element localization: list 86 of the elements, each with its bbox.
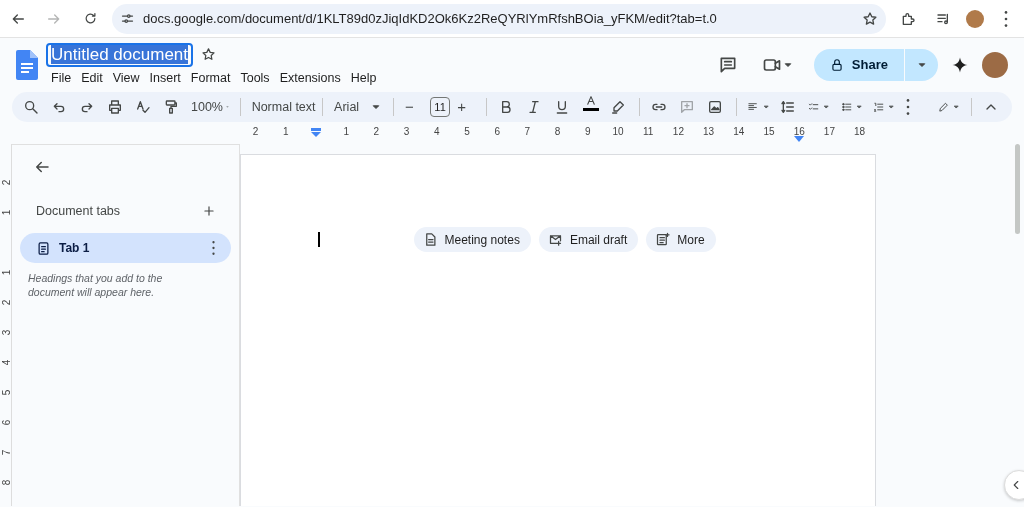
ruler-number: 17 <box>823 125 835 139</box>
increase-font-size-button[interactable]: + <box>454 95 479 119</box>
paint-roller-icon <box>163 99 179 115</box>
ruler-number: 14 <box>733 125 745 139</box>
document-page[interactable]: Meeting notes Email draft More <box>240 154 876 506</box>
envelope-icon <box>547 232 563 247</box>
spellcheck-icon <box>135 99 151 115</box>
ruler-number: 1 <box>0 268 13 278</box>
menu-item[interactable]: Extensions <box>274 68 346 88</box>
ruler-number: 5 <box>464 125 470 139</box>
menu-item[interactable]: View <box>107 68 145 88</box>
hint-text: Headings that you add to the document will appear here. <box>27 271 164 299</box>
sparkle-icon <box>951 56 969 74</box>
ruler-number: 16 <box>793 125 805 139</box>
ruler-number: 4 <box>0 358 13 368</box>
ruler-number: 9 <box>585 125 591 139</box>
docs-logo-icon[interactable] <box>16 50 38 80</box>
zoom-select[interactable]: 100% <box>188 95 232 119</box>
ruler-number: 2 <box>252 125 259 139</box>
note-plus-icon <box>655 232 671 247</box>
share-button[interactable]: Share <box>813 49 904 81</box>
star-outline-icon <box>862 10 878 27</box>
printer-icon <box>107 99 123 115</box>
decrease-font-size-button[interactable]: − <box>401 95 426 119</box>
lock-icon <box>829 58 844 72</box>
more-vert-icon <box>1004 10 1008 27</box>
ruler-number: 6 <box>0 418 13 428</box>
account-avatar[interactable] <box>982 52 1008 78</box>
sidebar-heading: Document tabs <box>36 202 121 220</box>
template-chip[interactable]: Email draft <box>538 227 639 252</box>
address-bar[interactable]: docs.google.com/document/d/1KLT89d0zJiqIdKD2Ok6Kz2ReQYRlYmRfshBOia_yFKM/edit?tab=t.0 <box>112 3 886 34</box>
ruler-number: 1 <box>283 125 289 139</box>
search-icon <box>23 99 39 115</box>
menu-item[interactable]: Insert <box>144 68 186 88</box>
more-vert-icon <box>212 241 215 255</box>
ruler-number: 7 <box>0 448 13 458</box>
ruler-number: 7 <box>524 125 531 139</box>
tab-label: Tab 1 <box>59 240 91 257</box>
image-icon <box>706 99 723 115</box>
site-settings-icon <box>120 11 135 26</box>
menu-item[interactable]: Format <box>185 68 236 88</box>
template-chip[interactable]: More <box>646 227 716 252</box>
text-cursor <box>318 232 320 247</box>
document-icon <box>36 240 51 256</box>
ruler-number: 2 <box>0 178 13 188</box>
document-title-field[interactable]: Untitled document <box>46 42 194 67</box>
ruler-number: 8 <box>554 125 561 139</box>
puzzle-icon <box>900 10 916 27</box>
style-select[interactable]: Normal text <box>248 95 315 119</box>
ruler-number: 5 <box>0 388 13 398</box>
menu-item[interactable]: Tools <box>235 68 275 88</box>
plus-icon <box>202 204 216 218</box>
more-vert-icon <box>905 99 910 115</box>
profile-avatar[interactable] <box>966 9 984 28</box>
left-indent-marker-icon[interactable] <box>311 128 321 137</box>
bookmark-star-icon[interactable] <box>862 10 878 27</box>
document-tab[interactable]: Tab 1 <box>20 233 231 263</box>
scrollbar-thumb[interactable] <box>1015 144 1020 234</box>
menu-item[interactable]: File <box>46 68 77 88</box>
ruler-number: 12 <box>672 125 684 139</box>
ruler-number: 1 <box>343 125 349 139</box>
ruler-number: 2 <box>0 298 13 308</box>
template-chip[interactable]: Meeting notes <box>413 227 531 252</box>
menu-item[interactable]: Edit <box>76 68 108 88</box>
url-text: docs.google.com/document/d/1KLT89d0zJiqIdKD2Ok6Kz2ReQYRlYmRfshBOia_yFKM/edit?tab=t.0 <box>143 9 718 28</box>
add-comment-icon <box>678 99 695 115</box>
menu-item[interactable]: Help <box>345 68 382 88</box>
ruler-number: 1 <box>0 208 13 218</box>
ruler-number: 10 <box>612 125 624 139</box>
ruler-number: 3 <box>0 328 13 338</box>
star-outline-icon <box>201 47 217 63</box>
ruler-number: 18 <box>854 125 866 139</box>
font-select[interactable]: Arial <box>331 95 386 119</box>
ruler-number: 13 <box>703 125 715 139</box>
ruler-number: 4 <box>434 125 440 139</box>
ruler-number: 2 <box>373 125 380 139</box>
right-indent-marker-icon[interactable] <box>794 136 805 142</box>
ruler-number: 6 <box>494 125 500 139</box>
ruler-number: 8 <box>0 478 13 488</box>
ruler-number: 3 <box>403 125 410 139</box>
highlighter-icon <box>609 99 626 115</box>
ruler-number: 15 <box>763 125 775 139</box>
star-button[interactable] <box>201 47 217 63</box>
font-size-field[interactable]: 11 <box>429 97 451 117</box>
ruler-number: 11 <box>643 125 654 139</box>
line-spacing-icon <box>779 99 796 115</box>
